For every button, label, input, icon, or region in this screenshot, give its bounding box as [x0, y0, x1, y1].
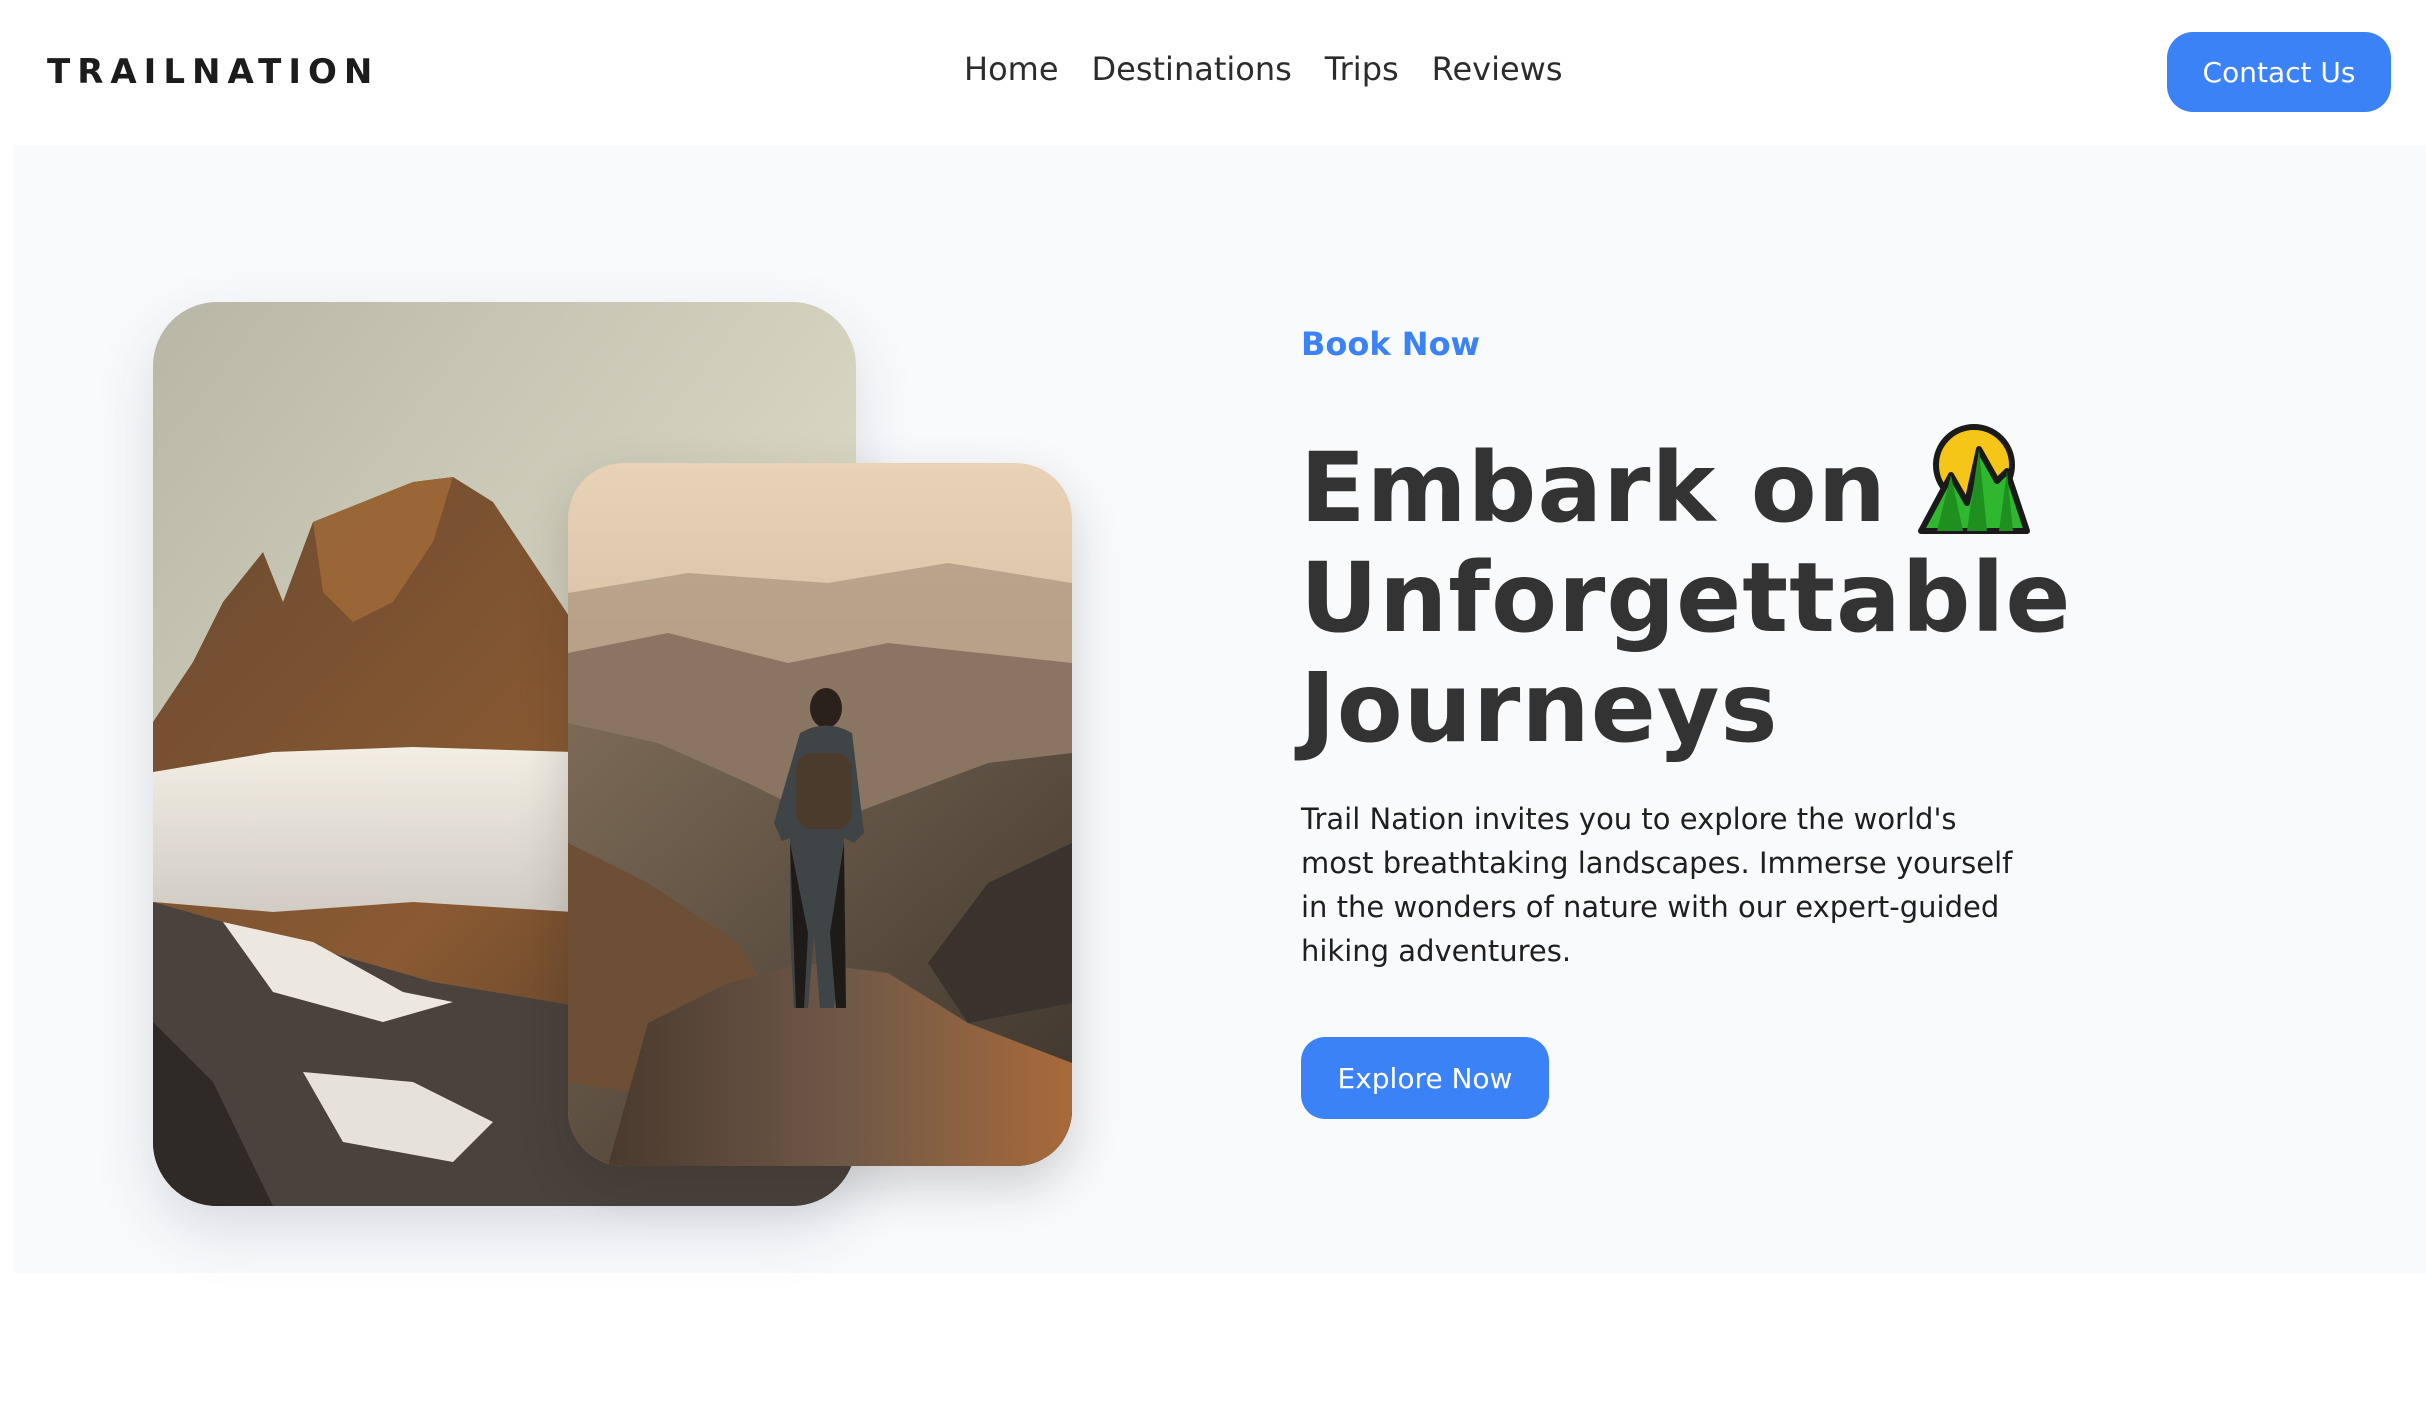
hero-headline: Embark on Unforgettable Journeys [1300, 423, 2072, 764]
nav-link-trips[interactable]: Trips [1325, 50, 1399, 88]
hiker-summit-photo [568, 463, 1072, 1166]
hero-description: Trail Nation invites you to explore the … [1301, 802, 2013, 968]
headline-line-1: Embark on [1300, 423, 2060, 543]
mountain-sunrise-icon [1917, 423, 2031, 535]
book-now-eyebrow[interactable]: Book Now [1301, 325, 1480, 363]
headline-line-1-text: Embark on [1300, 432, 1888, 544]
nav-link-destinations[interactable]: Destinations [1092, 50, 1292, 88]
navbar: TRAILNATION Home Destinations Trips Revi… [0, 0, 2426, 145]
main-nav: Home Destinations Trips Reviews [964, 50, 1563, 88]
hero-section: Book Now Embark on Unforgettable Journey… [14, 145, 2426, 1273]
headline-line-2: Unforgettable [1300, 542, 2072, 654]
headline-line-3: Journeys [1300, 652, 1779, 764]
brand-logo[interactable]: TRAILNATION [47, 52, 379, 92]
nav-link-home[interactable]: Home [964, 50, 1059, 88]
landing-page: TRAILNATION Home Destinations Trips Revi… [0, 0, 2426, 1406]
nav-link-reviews[interactable]: Reviews [1432, 50, 1563, 88]
explore-now-button[interactable]: Explore Now [1301, 1037, 1549, 1119]
contact-us-button[interactable]: Contact Us [2167, 32, 2391, 112]
